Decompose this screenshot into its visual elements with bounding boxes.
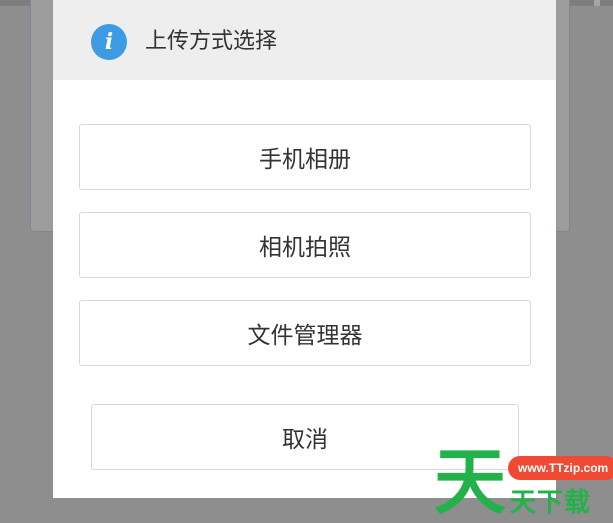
watermark-logo-char: 天	[434, 440, 507, 523]
file-manager-button[interactable]: 文件管理器	[79, 300, 531, 366]
watermark-url-badge: www.TTzip.com	[508, 456, 613, 480]
dialog-header: i 上传方式选择	[53, 0, 556, 80]
site-watermark: 天 www.TTzip.com 天下载	[434, 444, 613, 523]
watermark-text: 天下载	[510, 488, 592, 518]
dialog-title: 上传方式选择	[145, 29, 278, 54]
upload-method-dialog: i 上传方式选择 手机相册 相机拍照 文件管理器 取消	[53, 0, 556, 498]
info-icon: i	[91, 24, 127, 60]
phone-album-button[interactable]: 手机相册	[79, 124, 531, 190]
camera-photo-button[interactable]: 相机拍照	[79, 212, 531, 278]
